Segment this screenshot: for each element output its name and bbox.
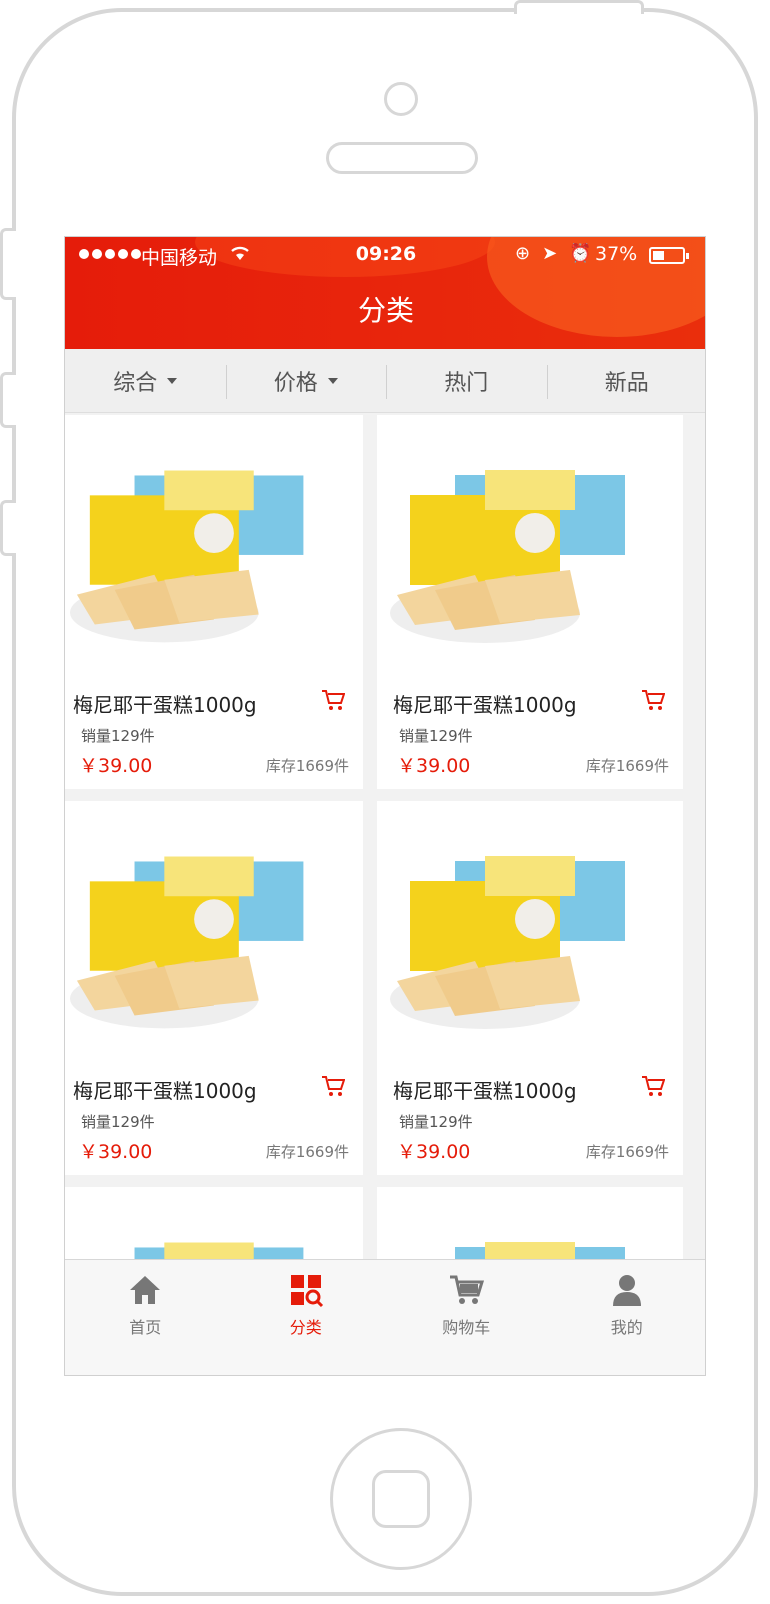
filter-new[interactable]: 新品 bbox=[546, 349, 706, 412]
status-icons: ⊕ ➤ ⏰ bbox=[515, 243, 592, 264]
battery-percent: 37% bbox=[595, 243, 638, 265]
sales-count: 销量129件 bbox=[399, 1113, 473, 1131]
tab-home[interactable]: 首页 bbox=[65, 1260, 226, 1375]
filter-label: 热门 bbox=[444, 370, 489, 396]
product-card[interactable]: 梅尼耶干蛋糕1000g 销量129件 ￥39.00 库存1669件 bbox=[65, 801, 363, 1175]
add-to-cart-icon[interactable] bbox=[641, 1075, 666, 1103]
caret-down-icon bbox=[327, 377, 338, 384]
filter-comprehensive[interactable]: 综合 bbox=[65, 349, 226, 412]
app-header: 中国移动 09:26 ⊕ ➤ ⏰ 37% 分类 bbox=[65, 237, 705, 349]
filter-label: 价格 bbox=[273, 370, 318, 396]
stock-count: 库存1669件 bbox=[585, 1143, 669, 1161]
mute-switch bbox=[0, 228, 16, 300]
user-icon bbox=[612, 1275, 641, 1306]
product-name: 梅尼耶干蛋糕1000g bbox=[73, 693, 257, 717]
filter-popular[interactable]: 热门 bbox=[386, 349, 547, 412]
product-card[interactable]: 梅尼耶干蛋糕1000g 销量129件 ￥39.00 库存1669件 bbox=[377, 415, 683, 789]
category-icon bbox=[290, 1275, 323, 1308]
page-title: 分类 bbox=[357, 294, 414, 327]
product-name: 梅尼耶干蛋糕1000g bbox=[393, 693, 577, 717]
tab-profile[interactable]: 我的 bbox=[547, 1260, 706, 1375]
home-icon bbox=[130, 1276, 161, 1304]
app-screen: 中国移动 09:26 ⊕ ➤ ⏰ 37% 分类 综合 价格 热门 新品 梅尼耶干… bbox=[64, 236, 706, 1376]
battery-icon bbox=[649, 247, 689, 264]
product-card[interactable]: 梅尼耶干蛋糕1000g 销量129件 ￥39.00 库存1669件 bbox=[377, 801, 683, 1175]
tab-label: 首页 bbox=[129, 1318, 162, 1337]
product-image bbox=[377, 801, 683, 1063]
add-to-cart-icon[interactable] bbox=[641, 689, 666, 717]
tab-cart[interactable]: 购物车 bbox=[386, 1260, 547, 1375]
filter-bar: 综合 价格 热门 新品 bbox=[65, 349, 706, 413]
tab-label: 分类 bbox=[289, 1318, 322, 1337]
filter-label: 综合 bbox=[113, 370, 158, 396]
sales-count: 销量129件 bbox=[81, 1113, 155, 1131]
product-price: ￥39.00 bbox=[397, 1141, 471, 1163]
product-image bbox=[65, 801, 363, 1063]
location-arrow-icon: ➤ bbox=[542, 243, 558, 264]
power-button bbox=[514, 0, 644, 14]
product-price: ￥39.00 bbox=[79, 755, 153, 777]
tab-label: 购物车 bbox=[442, 1318, 491, 1337]
product-price: ￥39.00 bbox=[397, 755, 471, 777]
product-card[interactable]: 梅尼耶干蛋糕1000g 销量129件 ￥39.00 库存1669件 bbox=[65, 415, 363, 789]
product-name: 梅尼耶干蛋糕1000g bbox=[73, 1079, 257, 1103]
volume-up-button bbox=[0, 372, 16, 428]
product-grid: 梅尼耶干蛋糕1000g 销量129件 ￥39.00 库存1669件 梅尼耶干蛋糕… bbox=[65, 415, 705, 1375]
home-button[interactable] bbox=[330, 1428, 472, 1570]
add-to-cart-icon[interactable] bbox=[321, 1075, 346, 1103]
alarm-icon: ⏰ bbox=[569, 243, 592, 264]
front-camera bbox=[384, 82, 418, 116]
home-button-square-icon bbox=[372, 1470, 430, 1528]
earpiece-speaker bbox=[326, 142, 478, 174]
stock-count: 库存1669件 bbox=[265, 757, 349, 775]
caret-down-icon bbox=[167, 377, 178, 384]
add-to-cart-icon[interactable] bbox=[321, 689, 346, 717]
filter-price[interactable]: 价格 bbox=[225, 349, 387, 412]
product-name: 梅尼耶干蛋糕1000g bbox=[393, 1079, 577, 1103]
sales-count: 销量129件 bbox=[81, 727, 155, 745]
volume-down-button bbox=[0, 500, 16, 556]
tab-category[interactable]: 分类 bbox=[226, 1260, 387, 1375]
product-image bbox=[377, 415, 683, 677]
tab-label: 我的 bbox=[610, 1318, 643, 1337]
stock-count: 库存1669件 bbox=[585, 757, 669, 775]
stock-count: 库存1669件 bbox=[265, 1143, 349, 1161]
cart-icon bbox=[450, 1275, 485, 1304]
status-bar: 中国移动 09:26 ⊕ ➤ ⏰ 37% bbox=[65, 237, 705, 275]
product-price: ￥39.00 bbox=[79, 1141, 153, 1163]
product-image bbox=[65, 415, 363, 677]
sales-count: 销量129件 bbox=[399, 727, 473, 745]
rotation-lock-icon: ⊕ bbox=[515, 243, 531, 264]
filter-label: 新品 bbox=[604, 370, 649, 396]
bottom-tab-bar: 首页 分类 购物车 我的 bbox=[65, 1259, 706, 1375]
